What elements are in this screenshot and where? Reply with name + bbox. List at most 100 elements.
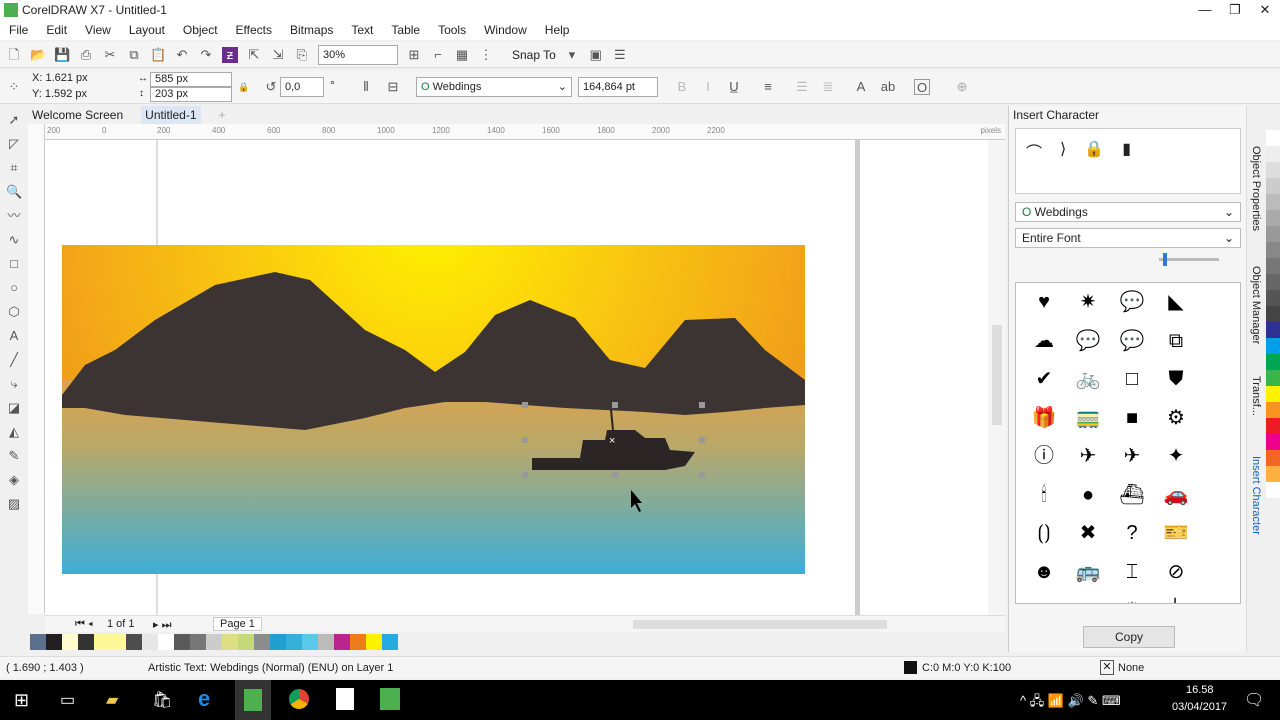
character-cell[interactable]: ✈ [1110,441,1154,480]
text-tool-icon[interactable]: A [6,328,22,344]
palette-swatch[interactable] [190,634,206,650]
connector-tool-icon[interactable]: ⤷ [6,376,22,392]
store-icon[interactable]: 🛍 [152,690,172,710]
horizontal-scrollbar-thumb[interactable] [633,620,887,629]
palette-swatch[interactable] [286,634,302,650]
character-cell[interactable]: ✖ [1066,518,1110,557]
character-cell[interactable]: ■ [1110,403,1154,442]
corel-capture-icon[interactable] [336,688,354,710]
polygon-tool-icon[interactable]: ⬡ [6,304,22,320]
palette-swatch[interactable] [302,634,318,650]
character-cell[interactable]: ◠ [1022,595,1066,603]
recent-char[interactable]: ⟩ [1060,139,1066,183]
shape-tool-icon[interactable]: ◸ [6,136,22,152]
menu-tools[interactable]: Tools [429,23,475,37]
tab-untitled-1[interactable]: Untitled-1 [141,106,201,124]
snap-to-dropdown[interactable]: Snap To [512,48,556,62]
drawing-canvas[interactable]: × [45,140,988,615]
palette-swatch[interactable] [1266,306,1280,322]
last-page-icon[interactable]: ▸ ⏭ [153,618,171,632]
character-cell[interactable]: 🚗 [1154,480,1198,519]
character-cell[interactable]: ⟮⟯ [1022,518,1066,557]
character-cell[interactable]: ⚙ [1154,403,1198,442]
tab-object-properties[interactable]: Object Properties [1250,146,1262,231]
redo-icon[interactable]: ↷ [198,47,214,63]
reference-point-icon[interactable]: ⁘ [6,79,22,95]
task-view-icon[interactable]: ▭ [60,690,75,710]
close-button[interactable]: ✕ [1250,0,1280,20]
palette-swatch[interactable] [1266,290,1280,306]
coreldraw-app-icon[interactable] [235,680,271,720]
full-screen-icon[interactable]: ⊞ [406,47,422,63]
eyedropper-icon[interactable]: ✎ [6,448,22,464]
rulers-icon[interactable]: ⌐ [430,47,446,63]
palette-swatch[interactable] [1266,226,1280,242]
bullet-list-icon[interactable]: ☰ [794,79,810,95]
palette-swatch[interactable] [1266,274,1280,290]
character-cell[interactable]: ✔ [1022,364,1066,403]
grid-icon[interactable]: ▦ [454,47,470,63]
palette-swatch[interactable] [1266,258,1280,274]
recent-char[interactable]: 🔒 [1084,139,1104,183]
palette-swatch[interactable] [1266,338,1280,354]
chevron-down-icon[interactable]: ▾ [564,47,580,63]
menu-effects[interactable]: Effects [227,23,281,37]
palette-swatch[interactable] [1266,242,1280,258]
palette-swatch[interactable] [1266,130,1280,146]
menu-text[interactable]: Text [342,23,382,37]
character-cell[interactable]: │ [1154,595,1198,603]
palette-swatch[interactable] [1266,434,1280,450]
character-cell[interactable]: 🚲 [1066,364,1110,403]
character-cell[interactable]: 🚃 [1066,403,1110,442]
palette-swatch[interactable] [206,634,222,650]
character-cell[interactable]: ☁ [1022,326,1066,365]
file-explorer-icon[interactable]: ▰ [106,690,118,710]
character-cell[interactable]: ✦ [1154,441,1198,480]
zoom-level-select[interactable]: 30% [318,44,398,65]
character-cell[interactable]: ⛴ [1110,480,1154,519]
search-content-icon[interactable]: ƶ [222,46,238,63]
palette-swatch[interactable] [1266,210,1280,226]
undo-icon[interactable]: ↶ [174,47,190,63]
character-cell[interactable]: ⊗ [1066,595,1110,603]
character-cell[interactable]: 🚌 [1066,557,1110,596]
palette-swatch[interactable] [1266,466,1280,482]
character-cell[interactable]: ⊘ [1154,557,1198,596]
application-launcher-icon[interactable]: ☰ [612,47,628,63]
italic-icon[interactable]: I [700,79,716,95]
transparency-tool-icon[interactable]: ◭ [6,424,22,440]
character-cell[interactable]: ✷ [1066,287,1110,326]
character-cell[interactable]: ✹ [1110,595,1154,603]
character-cell[interactable]: ◣ [1154,287,1198,326]
palette-swatch[interactable] [1266,178,1280,194]
palette-swatch[interactable] [1266,322,1280,338]
character-cell[interactable]: 💬 [1066,326,1110,365]
palette-swatch[interactable] [174,634,190,650]
maximize-button[interactable]: ❐ [1220,0,1250,20]
drop-shadow-icon[interactable]: ◪ [6,400,22,416]
artistic-media-icon[interactable]: ∿ [6,232,22,248]
first-page-icon[interactable]: ⏮ ◂ [75,618,93,631]
menu-bitmaps[interactable]: Bitmaps [281,23,342,37]
cut-icon[interactable]: ✂ [102,47,118,63]
palette-swatch[interactable] [110,634,126,650]
publish-pdf-icon[interactable]: ⎘ [294,47,310,63]
character-cell[interactable]: ⧉ [1154,326,1198,365]
palette-swatch[interactable] [1266,162,1280,178]
character-cell[interactable]: 🎁 [1022,403,1066,442]
zoom-tool-icon[interactable]: 🔍 [6,184,22,200]
text-align-icon[interactable]: ≡ [760,79,776,95]
palette-swatch[interactable] [1266,354,1280,370]
vertical-scrollbar[interactable] [988,140,1006,615]
character-cell[interactable]: ✈ [1066,441,1110,480]
palette-swatch[interactable] [366,634,382,650]
palette-swatch[interactable] [46,634,62,650]
parallel-dimension-icon[interactable]: ╱ [6,352,22,368]
ellipse-tool-icon[interactable]: ○ [6,280,22,296]
palette-swatch[interactable] [1266,418,1280,434]
menu-layout[interactable]: Layout [120,23,174,37]
minimize-button[interactable]: — [1190,0,1220,20]
width-field[interactable]: 585 px [150,72,232,87]
drop-cap-icon[interactable]: ≣ [820,79,836,95]
palette-swatch[interactable] [62,634,78,650]
